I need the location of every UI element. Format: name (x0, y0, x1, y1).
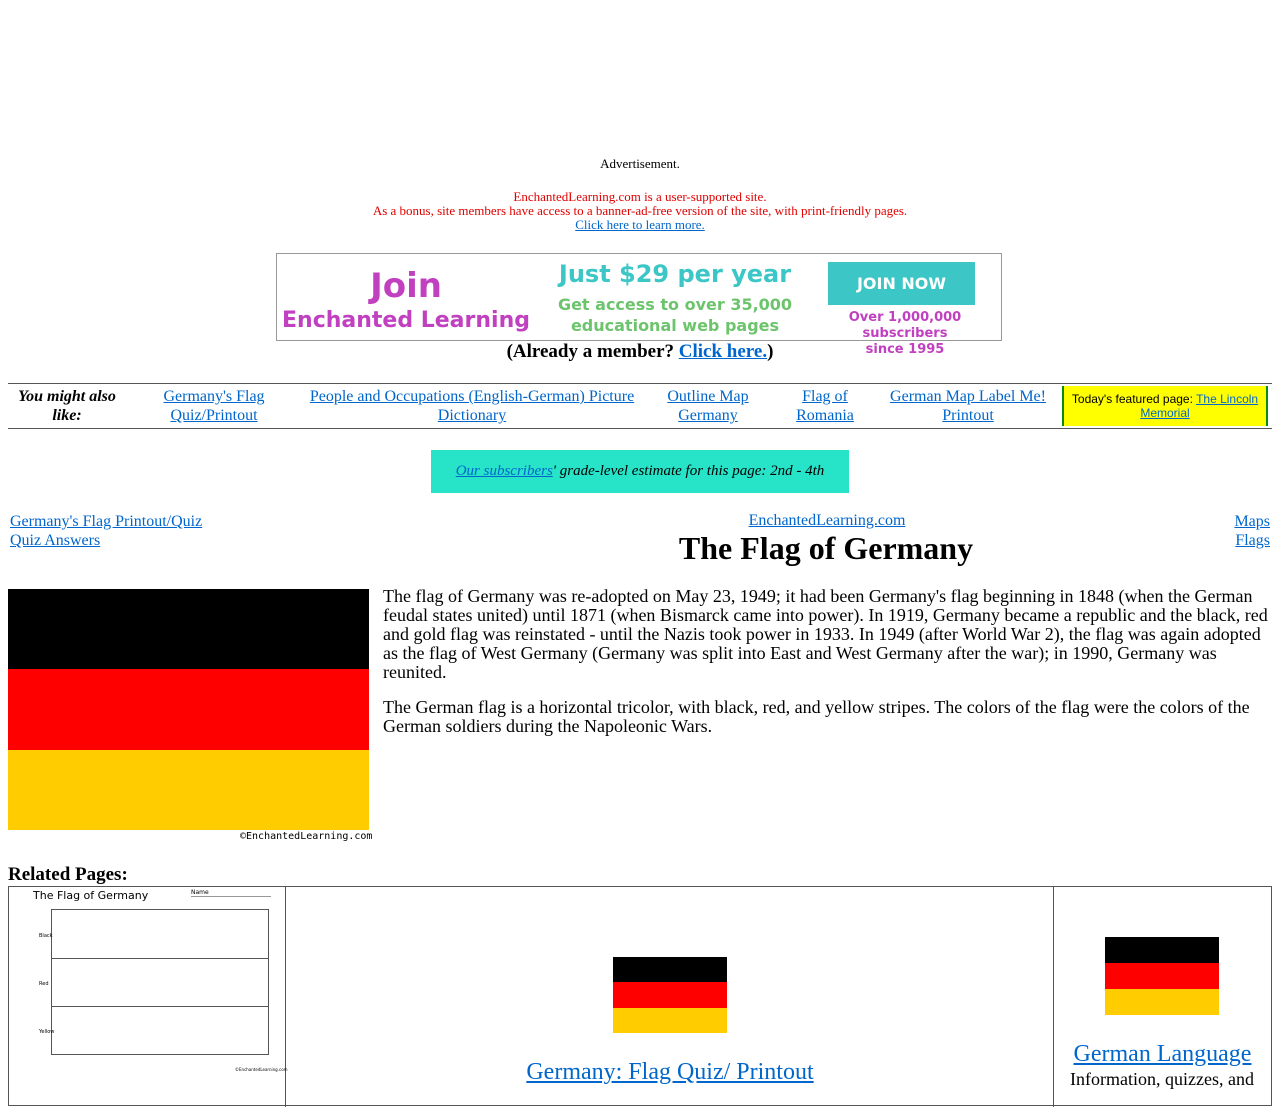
worksheet-label-black: Black (39, 933, 53, 939)
membership-notice: EnchantedLearning.com is a user-supporte… (0, 190, 1280, 232)
grade-level-estimate: Our subscribers' grade-level estimate fo… (431, 450, 849, 493)
ymal-link-map-label-me[interactable]: German Map Label Me! Printout (882, 387, 1054, 425)
membership-notice-line2: As a bonus, site members have access to … (372, 203, 908, 218)
learn-more-link[interactable]: Click here to learn more. (575, 217, 705, 232)
small-flag-2-stripe-red (1105, 962, 1219, 989)
worksheet-name-line: Name (191, 889, 271, 897)
small-germany-flag-1[interactable] (613, 957, 727, 1033)
banner-access-line2: educational web pages (570, 316, 780, 335)
flag-worksheet-thumbnail[interactable]: The Flag of Germany Name Black Red Yello… (17, 889, 288, 1079)
banner-subscribers-line1: Over 1,000,000 subscribers (848, 310, 962, 341)
worksheet-title: The Flag of Germany (33, 889, 149, 902)
banner-brand-text: Enchanted Learning (282, 308, 530, 333)
germany-flag-image (8, 589, 369, 830)
ymal-link-outline-map[interactable]: Outline Map Germany (654, 387, 762, 425)
nav-flags-link[interactable]: Flags (1235, 532, 1270, 549)
nav-flag-printout-link[interactable]: Germany's Flag Printout/Quiz (10, 513, 202, 530)
small-germany-flag-2[interactable] (1105, 937, 1219, 1015)
related-cell-worksheet[interactable]: The Flag of Germany Name Black Red Yello… (9, 887, 288, 1107)
featured-page-box: Today's featured page: The Lincoln Memor… (1062, 386, 1268, 426)
banner-access-line1: Get access to over 35,000 (557, 295, 793, 314)
flag-stripe-black (8, 589, 369, 670)
join-now-button[interactable]: JOIN NOW (828, 262, 975, 305)
nav-maps-link[interactable]: Maps (1234, 513, 1270, 530)
flag-copyright: ©EnchantedLearning.com (240, 831, 373, 842)
small-flag-1-stripe-black (613, 957, 727, 983)
banner-join-text: Join (370, 266, 442, 306)
page-title: The Flag of Germany (678, 530, 974, 566)
worksheet-label-red: Red (39, 981, 49, 987)
member-suffix: ) (767, 341, 774, 362)
member-login-link[interactable]: Click here. (679, 341, 767, 362)
ymal-label: You might also like: (18, 388, 116, 424)
subscribers-link[interactable]: Our subscribers (456, 463, 553, 479)
small-flag-2-stripe-black (1105, 937, 1219, 963)
join-banner[interactable]: Join Enchanted Learning Just $29 per yea… (276, 253, 1002, 357)
you-might-also-like-bar: You might also like: Germany's Flag Quiz… (8, 383, 1272, 429)
ymal-link-flag-quiz[interactable]: Germany's Flag Quiz/Printout (146, 387, 282, 425)
worksheet-copyright: ©EnchantedLearning.com (235, 1067, 288, 1072)
worksheet-label-yellow: Yellow (39, 1029, 55, 1035)
related-flag-quiz-link[interactable]: Germany: Flag Quiz/ Printout (526, 1059, 813, 1085)
related-cell-flag-quiz: Germany: Flag Quiz/ Printout (286, 887, 1054, 1107)
nav-quiz-answers-link[interactable]: Quiz Answers (10, 532, 100, 549)
worksheet-stripe-box-3 (51, 1006, 269, 1055)
flag-stripe-gold (8, 749, 369, 830)
advertisement-label: Advertisement. (600, 156, 680, 171)
left-nav: Germany's Flag Printout/Quiz Quiz Answer… (10, 512, 202, 550)
membership-notice-line1: EnchantedLearning.com is a user-supporte… (513, 189, 767, 204)
related-pages-table: The Flag of Germany Name Black Red Yello… (8, 886, 1272, 1107)
flag-description: The flag of Germany was re-adopted on Ma… (383, 587, 1271, 752)
right-nav: Maps Flags (1234, 512, 1270, 550)
member-login-line: (Already a member? Click here.) (0, 341, 1280, 363)
description-paragraph-2: The German flag is a horizontal tricolor… (383, 697, 1250, 736)
related-cell-german-language: German Language Information, quizzes, an… (1054, 887, 1271, 1107)
related-german-language-link[interactable]: German Language (1074, 1041, 1252, 1067)
flag-stripe-red (8, 669, 369, 750)
site-home-link[interactable]: EnchantedLearning.com (749, 512, 906, 529)
small-flag-2-stripe-gold (1105, 988, 1219, 1015)
featured-page-label: Today's featured page: (1071, 392, 1197, 406)
member-prefix: (Already a member? (506, 341, 679, 362)
small-flag-1-stripe-red (613, 982, 727, 1008)
banner-price-text: Just $29 per year (558, 260, 792, 288)
related-pages-heading: Related Pages: (8, 864, 128, 885)
description-paragraph-1: The flag of Germany was re-adopted on Ma… (383, 586, 1268, 682)
worksheet-stripe-box-1 (51, 909, 269, 959)
grade-level-text: ' grade-level estimate for this page: 2n… (552, 463, 825, 479)
worksheet-stripe-box-2 (51, 958, 269, 1007)
small-flag-1-stripe-gold (613, 1007, 727, 1033)
ymal-link-flag-romania[interactable]: Flag of Romania (784, 387, 866, 425)
banner-access-text: Get access to over 35,000 educational we… (547, 294, 803, 336)
ymal-link-picture-dictionary[interactable]: People and Occupations (English-German) … (302, 387, 642, 425)
